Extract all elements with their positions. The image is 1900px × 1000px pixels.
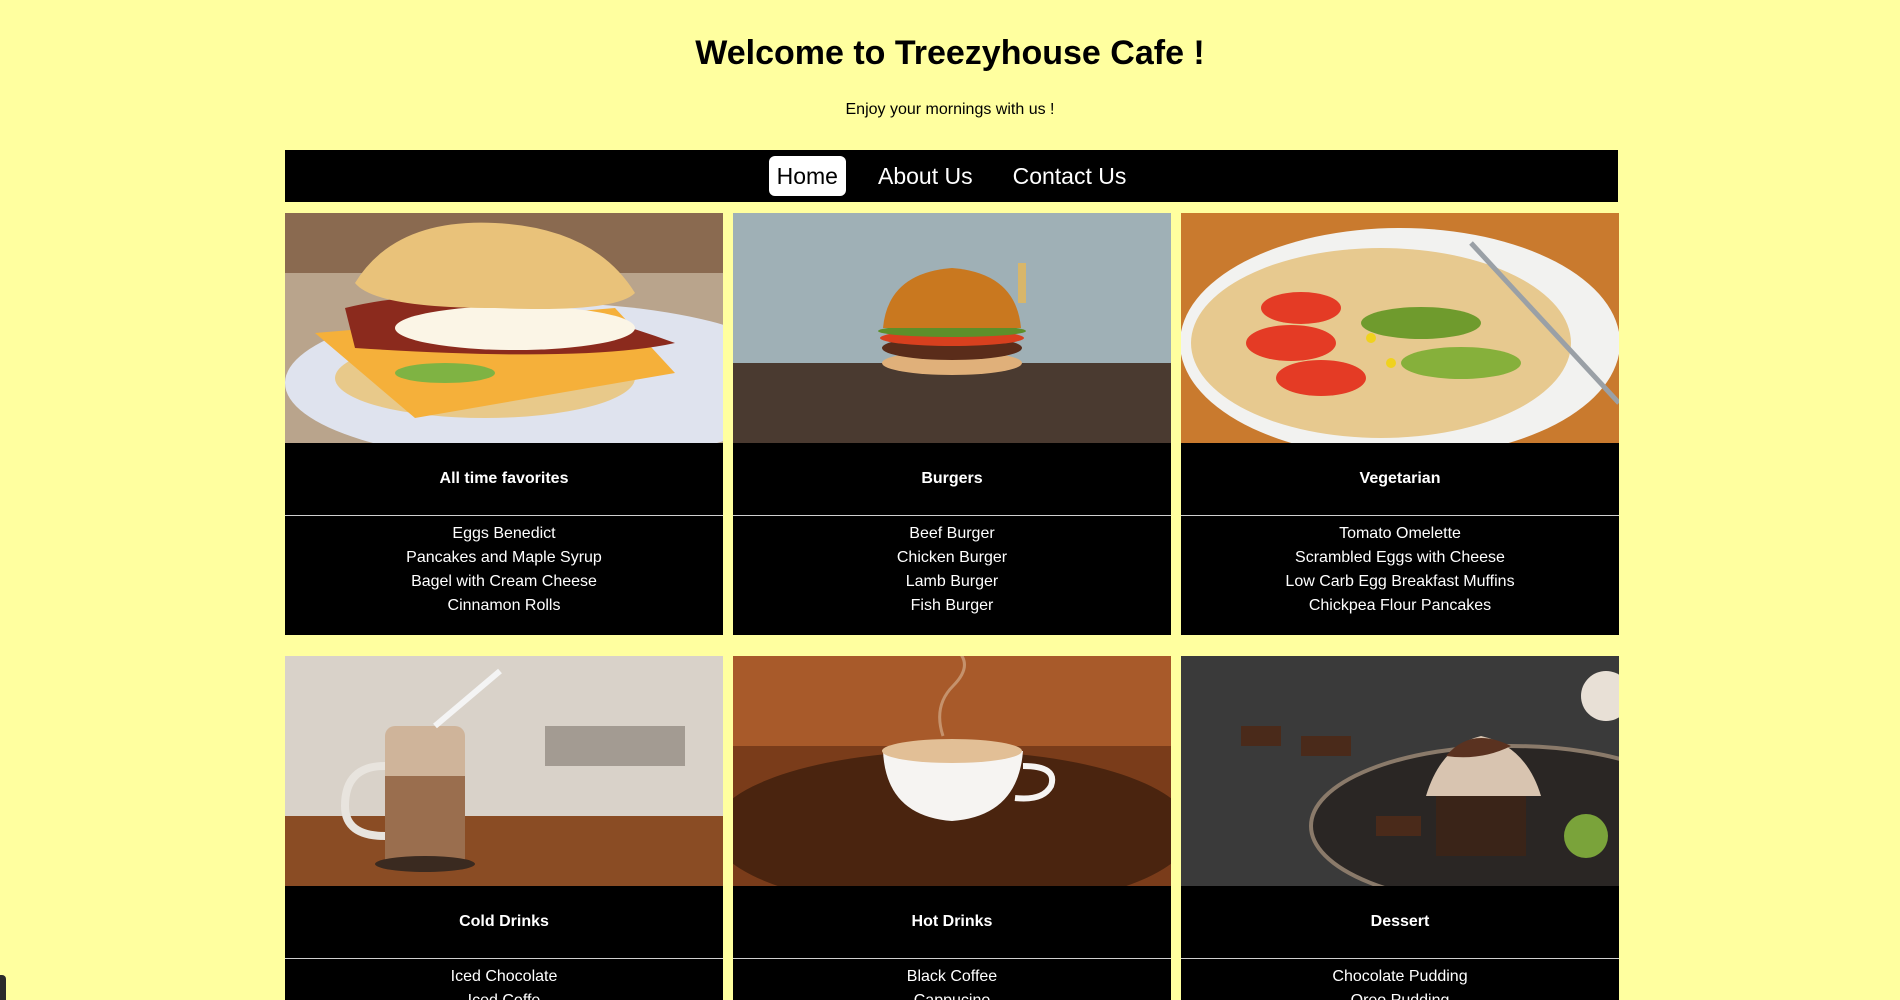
list-item: Chickpea Flour Pancakes [1308,597,1492,614]
list-item: Eggs Benedict [452,525,556,542]
list-item: Cinnamon Rolls [447,597,561,614]
menu-card-favorites: All time favorites Eggs Benedict Pancake… [285,213,723,635]
page-subtitle: Enjoy your mornings with us ! [845,101,1055,118]
list-item: Iced Coffe [285,989,723,1000]
menu-card-burgers: Burgers Beef Burger Chicken Burger Lamb … [733,213,1171,635]
list-item: Cappucino [733,989,1171,1000]
menu-card-cold-drinks: Cold Drinks Iced Chocolate Iced Coffe [285,656,723,1000]
card-title: Hot Drinks [733,886,1171,959]
burger-photo [733,213,1171,443]
card-title: Burgers [733,443,1171,516]
menu-card-vegetarian: Vegetarian Tomato Omelette Scrambled Egg… [1181,213,1619,635]
menu-card-dessert: Dessert Chocolate Pudding Oreo Pudding [1181,656,1619,1000]
card-title: Cold Drinks [285,886,723,959]
main-nav: Home About Us Contact Us [285,150,1618,202]
coffee-cup-beans-photo [733,656,1171,886]
list-item: Black Coffee [906,968,998,985]
card-item-list: Beef Burger Chicken Burger Lamb Burger F… [733,516,1171,618]
card-title: All time favorites [285,443,723,516]
chocolate-cupcake-photo [1181,656,1619,886]
list-item: Bagel with Cream Cheese [411,573,597,590]
list-item: Iced Chocolate [450,968,558,985]
list-item: Tomato Omelette [1339,525,1461,542]
list-item: Fish Burger [910,597,994,614]
card-item-list: Eggs Benedict Pancakes and Maple Syrup B… [285,516,723,618]
list-item: Low Carb Egg Breakfast Muffins [1285,573,1515,590]
list-item: Lamb Burger [905,573,999,590]
list-item: Chicken Burger [896,549,1008,566]
resize-handle[interactable] [0,975,6,1000]
list-item: Beef Burger [909,525,995,542]
menu-card-hot-drinks: Hot Drinks Black Coffee Cappucino [733,656,1171,1000]
vegetable-flatbread-photo [1181,213,1619,443]
card-item-list: Black Coffee Cappucino [733,959,1171,1000]
card-title: Vegetarian [1181,443,1619,516]
list-item: Chocolate Pudding [1332,968,1468,985]
iced-drink-jar-photo [285,656,723,886]
nav-contact-link[interactable]: Contact Us [1005,156,1135,196]
card-title: Dessert [1181,886,1619,959]
card-item-list: Iced Chocolate Iced Coffe [285,959,723,1000]
nav-home-link[interactable]: Home [768,156,846,196]
page-title: Welcome to Treezyhouse Cafe ! [695,34,1205,72]
breakfast-sandwich-photo [285,213,723,443]
list-item: Scrambled Eggs with Cheese [1295,549,1505,566]
card-item-list: Chocolate Pudding Oreo Pudding [1181,959,1619,1000]
list-item: Pancakes and Maple Syrup [406,549,602,566]
list-item: Oreo Pudding [1181,989,1619,1000]
nav-about-link[interactable]: About Us [870,156,981,196]
card-item-list: Tomato Omelette Scrambled Eggs with Chee… [1181,516,1619,618]
